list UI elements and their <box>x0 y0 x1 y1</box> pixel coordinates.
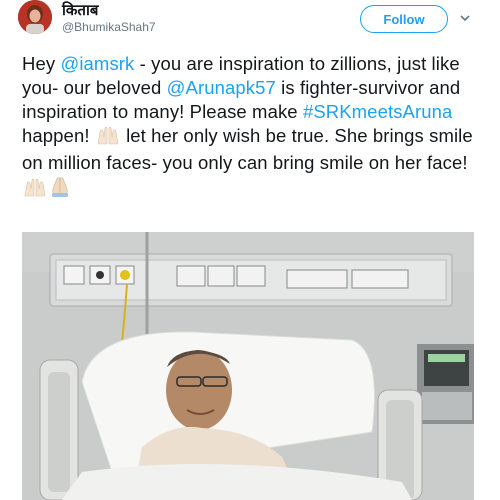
tweet-text: Hey @iamsrk - you are inspiration to zil… <box>22 52 492 203</box>
avatar-image <box>18 0 52 34</box>
follow-button[interactable]: Follow <box>360 5 448 33</box>
tweet-text-segment: Hey <box>22 53 61 74</box>
raised-hands-emoji-icon <box>95 125 121 151</box>
tweet-photo[interactable] <box>22 232 474 500</box>
avatar[interactable] <box>18 0 52 34</box>
folded-hands-emoji-icon <box>48 175 72 203</box>
display-name[interactable]: किताब <box>62 0 98 20</box>
mention-arunapk57-link[interactable]: @Arunapk57 <box>167 77 276 98</box>
hospital-photo-image <box>22 232 474 500</box>
mention-iamsrk-link[interactable]: @iamsrk <box>60 53 134 74</box>
tweet-header: किताब @BhumikaShah7 Follow <box>0 0 500 42</box>
chevron-down-icon[interactable] <box>460 13 470 23</box>
tweet-text-segment: happen! <box>22 125 95 146</box>
raised-hands-emoji-icon <box>22 177 48 203</box>
hashtag-srkmeetsaruna-link[interactable]: #SRKmeetsAruna <box>303 101 452 122</box>
user-handle[interactable]: @BhumikaShah7 <box>62 20 156 34</box>
